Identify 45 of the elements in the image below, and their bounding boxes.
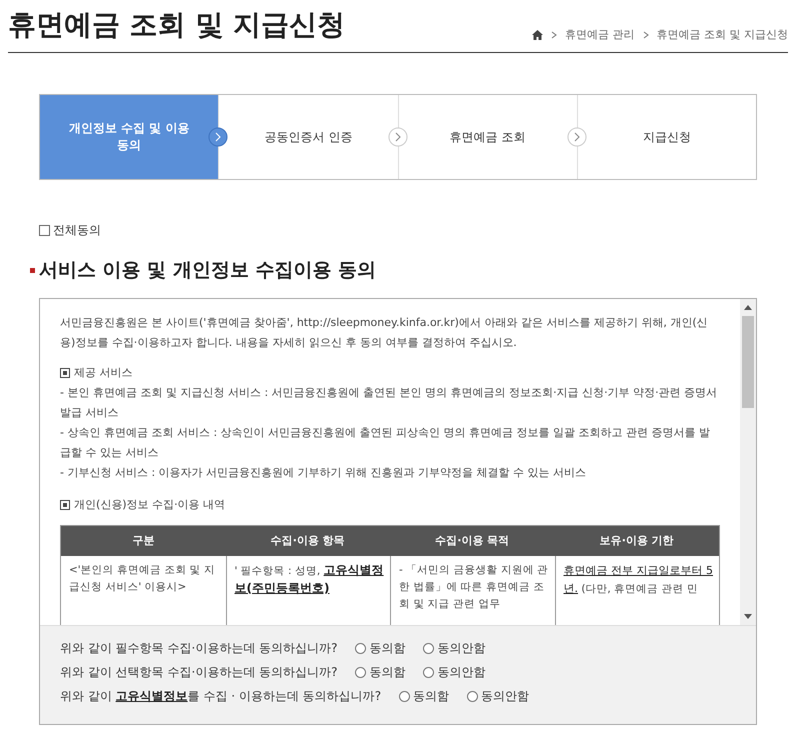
column-header: 구분 xyxy=(61,526,226,556)
consent-question: 위와 같이 필수항목 수집·이용하는데 동의하십니까? xyxy=(60,640,338,656)
scroll-up-icon[interactable] xyxy=(744,305,752,310)
table-cell-text: <'본인의 휴면예금 조회 및 지급신청 서비스' 이용시> xyxy=(68,563,216,595)
chevron-icon xyxy=(208,127,228,147)
intro-paragraph: 서민금융진흥원은 본 사이트('휴면예금 찾아줌', http://sleepmoney.kinfa.or.kr)에서 아래와 같은 서비스를 제공하기 위해, 개인(신용)정보를 수집·이용하고자 합니다. 내용을 자세히 읽으신 후 동의 여부를 결정하여 주십시오. xyxy=(60,315,709,351)
service-item: - 본인 휴면예금 조회 및 지급신청 서비스 : 서민금융진흥원에 출연된 본인 명의 휴면예금의 정보조회·지급 신청·기부 약정·관련 증명서 발급 서비스 xyxy=(60,385,718,421)
service-item: - 상속인 휴면예금 조회 서비스 : 상속인이 서민금융진흥원에 출연된 피상속인 명의 휴면예금 정보를 일괄 조회하고 관련 증명서를 발급할 수 있는 서비스 xyxy=(60,425,712,461)
scroll-down-icon[interactable] xyxy=(744,614,752,619)
radio-button[interactable] xyxy=(423,642,434,654)
subsection-heading: 개인(신용)정보 수집·이용 내역 xyxy=(74,497,226,513)
service-item: - 기부신청 서비스 : 이용자가 서민금융진흥원에 기부하기 위해 진흥원과 기부약정을 체결할 수 있는 서비스 xyxy=(60,465,588,481)
radio-button[interactable] xyxy=(355,642,366,654)
scrollbar-thumb[interactable] xyxy=(742,316,754,408)
radio-label: 동의함 xyxy=(369,640,406,656)
radio-button[interactable] xyxy=(399,690,410,702)
column-header: 수집·이용 항목 xyxy=(226,526,390,556)
chevron-icon xyxy=(388,127,408,147)
section-title: 서비스 이용 및 개인정보 수집이용 동의 xyxy=(39,258,376,283)
radio-label: 동의함 xyxy=(413,688,450,704)
scrollbar[interactable] xyxy=(740,299,756,625)
page-title: 휴면예금 조회 및 지급신청 xyxy=(8,7,346,43)
subsection-heading: 제공 서비스 xyxy=(74,365,132,381)
column-header: 수집·이용 목적 xyxy=(390,526,554,556)
consent-question: 위와 같이 선택항목 수집·이용하는데 동의하십니까? xyxy=(60,664,338,680)
square-bullet-icon xyxy=(60,368,70,378)
square-bullet-icon xyxy=(60,500,70,510)
chevron-icon xyxy=(642,30,648,38)
breadcrumb-link[interactable]: 휴면예금 관리 xyxy=(565,27,634,42)
breadcrumb-link[interactable]: 휴면예금 조회 및 지급신청 xyxy=(656,27,788,42)
chevron-icon xyxy=(551,30,557,38)
consent-question: 위와 같이 고유식별정보를 수집 · 이용하는데 동의하십니까? xyxy=(60,688,382,704)
chevron-icon xyxy=(566,127,587,147)
home-icon[interactable] xyxy=(532,30,543,40)
radio-button[interactable] xyxy=(355,666,366,678)
column-header: 보유·이용 기한 xyxy=(554,526,719,556)
radio-button[interactable] xyxy=(467,690,478,702)
radio-button[interactable] xyxy=(423,666,434,678)
checkbox-label: 전체동의 xyxy=(53,222,101,239)
radio-label: 동의함 xyxy=(369,664,406,680)
radio-label: 동의안함 xyxy=(437,640,486,656)
bullet-icon xyxy=(30,268,35,272)
checkbox[interactable] xyxy=(39,225,50,236)
radio-label: 동의안함 xyxy=(481,688,530,704)
radio-label: 동의안함 xyxy=(437,664,486,680)
